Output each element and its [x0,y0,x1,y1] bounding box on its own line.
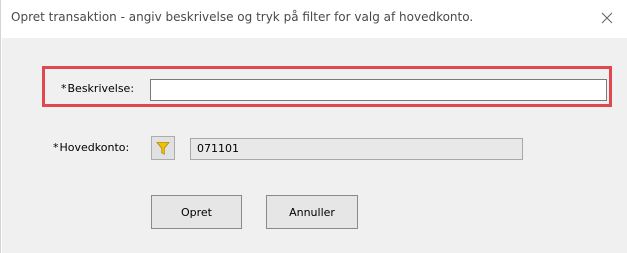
hovedkonto-field: 071101 [190,138,523,160]
filter-button[interactable] [151,136,175,160]
hovedkonto-label-text: Hovedkonto: [59,141,130,154]
title-bar: Opret transaktion - angiv beskrivelse og… [2,0,627,38]
window-title: Opret transaktion - angiv beskrivelse og… [11,10,474,24]
close-icon [601,12,613,24]
filter-funnel-icon [156,141,170,155]
opret-button[interactable]: Opret [151,195,242,229]
dialog-window: Opret transaktion - angiv beskrivelse og… [0,0,627,253]
close-button[interactable] [593,4,621,32]
hovedkonto-label: *Hovedkonto: [53,141,129,154]
beskrivelse-label: *Beskrivelse: [61,82,134,95]
required-asterisk: * [53,141,59,154]
beskrivelse-label-text: Beskrivelse: [67,82,135,95]
required-asterisk: * [61,82,67,95]
beskrivelse-input[interactable] [150,79,607,101]
dialog-content: *Beskrivelse: *Hovedkonto: 071101 Opret … [2,38,627,253]
annuller-button[interactable]: Annuller [266,195,358,229]
